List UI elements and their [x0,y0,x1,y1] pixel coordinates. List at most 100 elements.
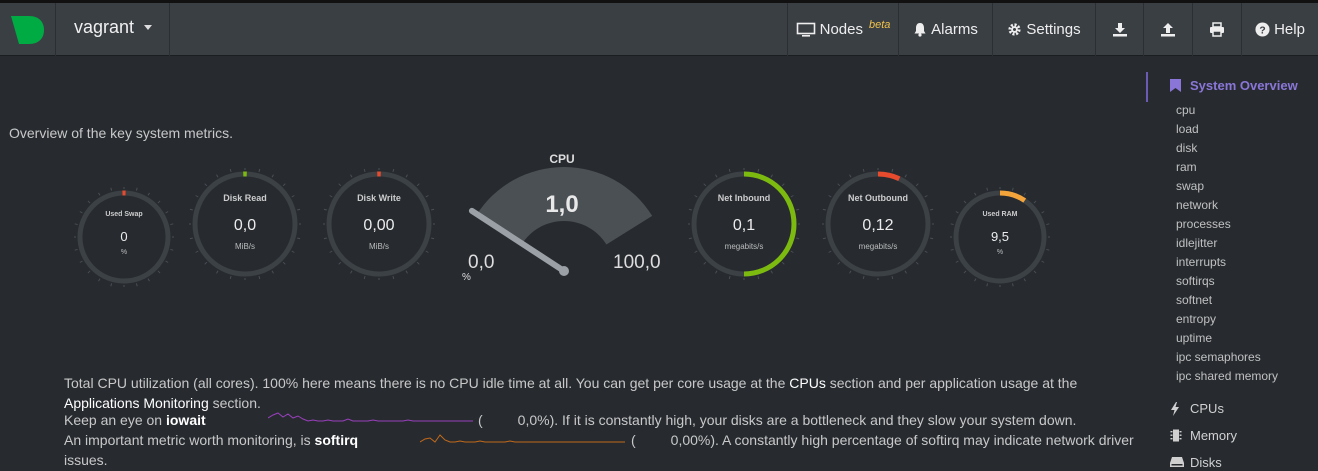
used_ram-tick [1041,260,1045,263]
disk_read-tick [291,250,295,253]
sidebar-item-idlejitter[interactable]: idlejitter [1176,236,1217,250]
sidebar-section-memory[interactable]: Memory [1170,428,1237,443]
disk_read-tick [297,237,301,240]
disk_read-tick [258,168,261,172]
net-outbound-gauge[interactable]: Net Outbound 0,12 megabits/s [821,167,935,281]
svg-text:?: ? [1259,25,1265,36]
sidebar-item-cpu[interactable]: cpu [1176,103,1195,117]
hdd-icon [1170,457,1184,467]
memory-chip-icon [1170,429,1182,442]
disk-read-value: 0,0 [233,217,257,234]
sidebar-item-ram[interactable]: ram [1176,160,1197,174]
sidebar-active-indicator [1146,72,1148,102]
used_ram-tick [963,200,967,204]
used_ram-tick [974,192,977,196]
cpu-gauge-pivot [559,266,569,276]
nav-print-button[interactable] [1192,3,1241,56]
disk_write-tick [431,208,435,211]
disk_write-tick [431,237,435,240]
nav-settings-label: Settings [1026,21,1081,38]
disk-write-gauge[interactable]: Disk Write 0,00 MiB/s [322,167,436,281]
iowait-sparkline[interactable] [268,409,476,425]
applications-monitoring-link[interactable]: Applications Monitoring [64,395,209,411]
disk_write-tick [392,276,395,280]
used_ram-tick [1011,283,1014,287]
nav-nodes[interactable]: Nodes beta [787,3,898,56]
sidebar-section-label: Disks [1190,455,1222,470]
disk_write-tick [405,174,408,178]
net_outbound-tick [837,183,841,187]
nav-upload-button[interactable] [1143,3,1192,56]
iowait-value: 0,0% [517,412,550,428]
used_swap-tick [135,187,138,191]
used_ram-tick [1046,223,1050,226]
nav-settings[interactable]: Settings [992,3,1095,56]
softirq-value: 0,00% [670,432,711,448]
sidebar-item-entropy[interactable]: entropy [1176,312,1216,326]
disk_write-tick [416,183,420,187]
disk-read-unit: MiB/s [235,242,255,251]
sidebar-section-disks[interactable]: Disks [1170,455,1222,470]
net_inbound-tick [703,183,707,187]
net_inbound-tick [703,261,707,265]
hostname-dropdown[interactable]: vagrant [56,3,170,56]
used_swap-tick [170,223,174,226]
nav-help[interactable]: ? Help [1241,3,1318,56]
used_swap-tick [157,200,161,204]
nav-download-button[interactable] [1095,3,1143,56]
used_swap-tick [110,187,113,191]
softirq-keyword: softirq [314,432,359,448]
bell-icon [914,23,926,37]
net_inbound-tick [757,276,760,280]
net-inbound-gauge[interactable]: Net Inbound 0,1 megabits/s [687,167,801,281]
used_ram-tick [950,223,954,226]
used-ram-value: 9,5 [990,229,1010,244]
disk_read-tick [282,183,286,187]
sidebar-item-ipc-semaphores[interactable]: ipc semaphores [1176,350,1261,364]
sidebar-item-load[interactable]: load [1176,122,1199,136]
net-inbound-value: 0,1 [732,217,756,234]
softirq-sparkline[interactable] [420,429,628,445]
cpu-gauge-label: CPU [549,152,575,166]
cpu-desc-text-1: Total CPU utilization (all cores). 100% … [64,375,790,391]
used-swap-gauge[interactable]: Used Swap 0 % [73,186,175,288]
net_outbound-tick [924,250,928,253]
iowait-suffix: ). If it is constantly high, your disks … [549,412,1077,428]
disk_read-tick [195,250,199,253]
disk_write-tick [363,276,366,280]
sidebar-item-swap[interactable]: swap [1176,179,1204,193]
nav-alarms[interactable]: Alarms [898,3,992,56]
sidebar-item-disk[interactable]: disk [1176,141,1197,155]
sidebar-section-cpus[interactable]: CPUs [1170,401,1224,416]
net_inbound-tick [781,261,785,265]
net_outbound-tick [822,237,826,240]
disk_read-tick [229,168,232,172]
net_inbound-tick [790,250,794,253]
used_swap-tick [87,200,91,204]
netdata-logo[interactable] [0,3,56,56]
sidebar-item-softirqs[interactable]: softirqs [1176,274,1215,288]
disk-read-gauge[interactable]: Disk Read 0,0 MiB/s [188,167,302,281]
disk_read-tick [204,261,208,265]
cpu-gauge-unit: % [462,272,471,283]
disk_write-tick [425,250,429,253]
net_inbound-tick [715,174,718,178]
sidebar-item-ipc-shared-memory[interactable]: ipc shared memory [1176,369,1278,383]
iowait-value-row: ( 0,0%). If it is constantly high, your … [478,412,1077,428]
sidebar-item-network[interactable]: network [1176,198,1218,212]
sidebar-item-processes[interactable]: processes [1176,217,1231,231]
cpus-section-link[interactable]: CPUs [789,375,826,391]
sidebar-item-uptime[interactable]: uptime [1176,331,1212,345]
used-ram-gauge[interactable]: Used RAM 9,5 % [949,186,1051,288]
disk_write-tick [350,174,353,178]
sidebar-item-interrupts[interactable]: interrupts [1176,255,1226,269]
used-swap-value: 0 [120,229,128,244]
disk_read-tick [189,237,193,240]
used_ram-tick [1033,200,1037,204]
used_ram-level-arc [999,190,1027,203]
softirq-suffix: ). A constantly high percentage of softi… [710,432,1134,448]
net_outbound-tick [904,270,907,274]
sidebar-item-system-overview[interactable]: System Overview [1170,78,1298,93]
sidebar-item-softnet[interactable]: softnet [1176,293,1212,307]
used-ram-label: Used RAM [982,211,1018,218]
